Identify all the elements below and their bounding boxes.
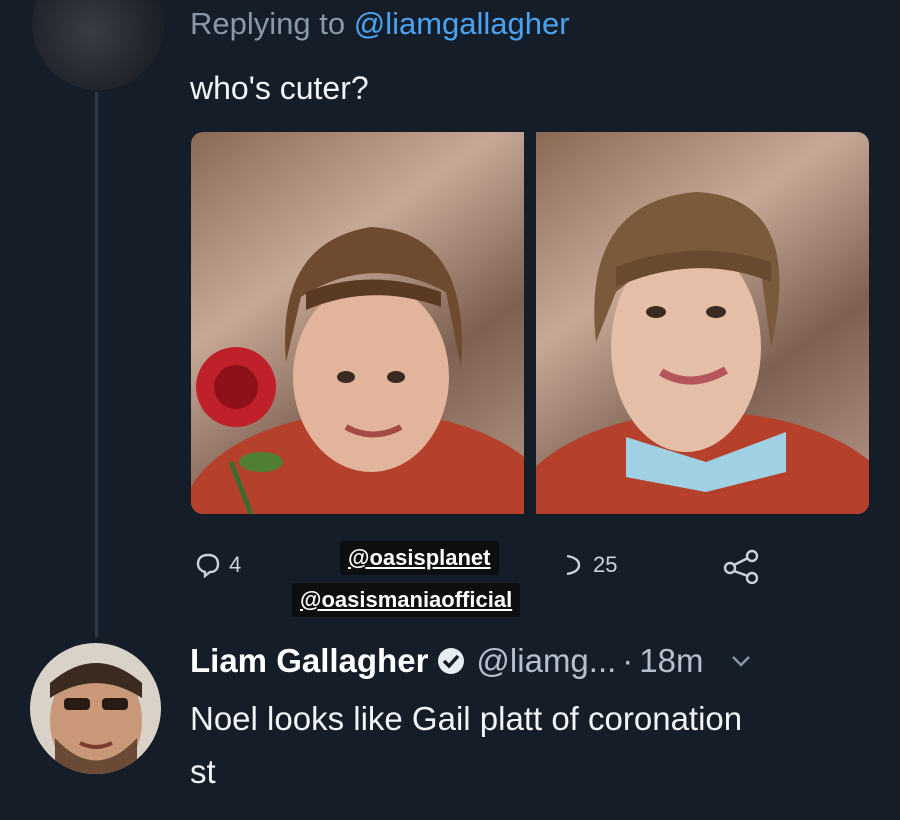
chevron-down-icon[interactable] xyxy=(730,650,752,672)
replying-to-label: Replying to xyxy=(190,6,354,41)
reply-action[interactable]: 4 xyxy=(195,552,241,578)
tweet-photo-left[interactable] xyxy=(191,132,524,514)
header-separator: · xyxy=(622,642,634,679)
replying-to-line: Replying to @liamgallagher xyxy=(190,6,570,42)
reply-author-name[interactable]: Liam Gallagher xyxy=(190,642,428,680)
like-action[interactable]: 25 xyxy=(565,552,617,578)
watermark-sticker-oasismaniaofficial: @oasismaniaofficial xyxy=(292,583,521,617)
reply-author-avatar[interactable] xyxy=(30,643,161,774)
reply-header: Liam Gallagher @liamg... · 18m xyxy=(190,642,752,680)
verified-icon xyxy=(438,648,465,674)
reply-icon xyxy=(196,553,220,578)
watermark-sticker-oasisplanet: @oasisplanet xyxy=(340,541,499,575)
reply-author-handle[interactable]: @liamg... xyxy=(476,642,616,680)
original-poster-avatar[interactable] xyxy=(32,0,164,90)
tweet-photo-right[interactable] xyxy=(536,132,869,514)
tweet-text: who's cuter? xyxy=(190,70,369,106)
share-action[interactable] xyxy=(722,548,762,584)
reply-count: 4 xyxy=(229,552,242,577)
reply-timestamp[interactable]: 18m xyxy=(639,642,703,680)
thread-line xyxy=(95,92,98,637)
share-icon xyxy=(723,549,759,584)
like-icon xyxy=(566,554,581,576)
reply-text: Noel looks like Gail platt of coronation… xyxy=(190,700,743,790)
replying-to-handle-link[interactable]: @liamgallagher xyxy=(354,6,570,41)
like-count: 25 xyxy=(593,552,618,577)
